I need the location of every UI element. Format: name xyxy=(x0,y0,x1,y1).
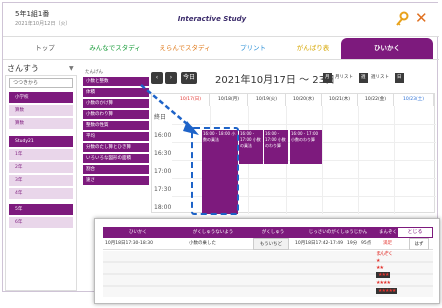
app-header: 5年1組1番 2021年10月12日（火） Interactive Study … xyxy=(3,3,439,37)
tab-erande-study-label: えらんでスタディ xyxy=(159,44,211,52)
time-label: 18:00 xyxy=(154,204,172,211)
close-icon[interactable]: ✕ xyxy=(415,10,429,26)
star-rating-dropdown[interactable]: まんぞく ★ ★★ ★★★ ★★★★ ★★★★★ xyxy=(376,250,412,302)
chevron-down-icon[interactable]: ▼ xyxy=(69,65,74,72)
view-week-button[interactable]: 週 xyxy=(359,73,368,83)
main-nav: トップ みんなでスタディ えらんでスタディ プリント がんばり表 ひいかく xyxy=(3,38,439,60)
view-day-button[interactable]: 日 xyxy=(395,73,404,83)
day-header: 10/18(月) xyxy=(210,94,248,106)
sidebar-item[interactable]: 4年 xyxy=(9,188,73,199)
unit-list-label: たんげん xyxy=(85,70,103,75)
unit-item[interactable]: いろいろな図形の面積 xyxy=(83,154,149,163)
day-header: 10/19(火) xyxy=(248,94,286,106)
other-button[interactable]: はず xyxy=(409,238,429,250)
tab-ganbari-label: がんばり表 xyxy=(296,44,330,52)
user-name: 5年1組1番 xyxy=(15,10,50,18)
grid-line xyxy=(394,106,395,214)
study-minutes: 19分 xyxy=(347,241,358,246)
star-rating-option[interactable]: ★★ xyxy=(376,265,384,271)
sidebar-item[interactable]: 1年 xyxy=(9,149,73,160)
actual-time: 10月18日17:42-17:49 xyxy=(295,241,344,246)
subject-select[interactable]: さんすう xyxy=(7,63,39,74)
calendar-event[interactable]: 16:00 - 17:00 小数のわり算 xyxy=(264,130,288,164)
view-month-list-button[interactable]: 月リスト xyxy=(335,73,353,83)
current-date: 2021年10月12日（火） xyxy=(15,21,71,27)
sidebar-continue[interactable]: つつきから xyxy=(9,78,73,88)
sidebar-item[interactable]: 算数 xyxy=(9,118,73,129)
tab-erande-study[interactable]: えらんでスタディ xyxy=(153,38,217,59)
table-row: 10月18日17:30-18:30 小数の乗した もういちど 10月18日17:… xyxy=(103,238,433,250)
popup-col-header: がくしゅうないよう xyxy=(192,230,234,235)
sidebar-item[interactable]: 6年 xyxy=(9,217,73,228)
sidebar-item[interactable]: 算数 xyxy=(9,105,73,116)
time-label: 16:30 xyxy=(154,150,172,157)
tab-print[interactable]: プリント xyxy=(221,38,285,59)
grid-line xyxy=(172,124,436,125)
popup-close-button[interactable]: とじる xyxy=(397,227,433,238)
unit-item[interactable]: 分数のたし算とひき算 xyxy=(83,143,149,152)
unit-item[interactable]: 速さ xyxy=(83,176,149,185)
view-week-list-button[interactable]: 週リスト xyxy=(371,73,389,83)
sidebar-item[interactable]: Study21 xyxy=(9,136,73,147)
popup-col-header: がくしゅう xyxy=(261,230,285,235)
tab-ganbari[interactable]: がんばり表 xyxy=(289,38,337,59)
unit-item[interactable]: 割合 xyxy=(83,165,149,174)
app-logo: Interactive Study xyxy=(173,8,251,30)
day-header: 10/20(水) xyxy=(286,94,322,106)
app-logo-text: Interactive Study xyxy=(177,15,247,23)
star-rating-option[interactable]: ★ xyxy=(376,258,381,264)
view-month-button[interactable]: 月 xyxy=(323,73,332,83)
tab-top-label: トップ xyxy=(35,44,55,52)
time-label: 17:00 xyxy=(154,168,172,175)
calendar-event[interactable]: 16:00 - 17:00 小数の乗法 xyxy=(239,130,263,164)
retry-button[interactable]: もういちど xyxy=(253,238,289,250)
star-rating-option[interactable]: ★★★★★ xyxy=(376,288,398,294)
day-header: 10/22(金) xyxy=(358,94,394,106)
sidebar-item[interactable]: 2年 xyxy=(9,162,73,173)
calendar-event[interactable]: 16:00 - 17:00 小数のわり算 xyxy=(290,130,322,164)
tab-top[interactable]: トップ xyxy=(13,38,77,59)
study-score: 95点 xyxy=(361,241,372,246)
popup-col-header: じっさいのがくしゅうじかん xyxy=(308,230,368,235)
grid-line xyxy=(358,106,359,214)
tab-minna-study-label: みんなでスタディ xyxy=(89,44,141,52)
grid-line xyxy=(322,106,323,214)
day-header: 10/23(土) xyxy=(394,94,434,106)
plan-time: 10月18日17:30-18:30 xyxy=(105,241,154,246)
tab-keikaku[interactable]: ひいかく xyxy=(341,38,433,59)
satisfaction-mark[interactable]: 満足 xyxy=(383,238,392,250)
popup-header: ひいかく がくしゅうないよう がくしゅう じっさいのがくしゅうじかん まんぞく xyxy=(103,227,433,238)
popup-col-header: ひいかく xyxy=(129,230,147,235)
key-icon[interactable] xyxy=(395,11,409,27)
study-content: 小数の乗した xyxy=(189,241,216,246)
pointer-arrow-icon xyxy=(140,84,199,135)
calendar-title: 2021年10月17日 ～ 23日 xyxy=(215,75,335,86)
subject-sidebar: さんすう ▼ つつきから 小学校 算数 算数 Study21 1年 2年 3年 … xyxy=(5,63,79,291)
highlight-box xyxy=(191,127,239,215)
day-header: 10/21(木) xyxy=(322,94,358,106)
app-root: 5年1組1番 2021年10月12日（火） Interactive Study … xyxy=(0,0,442,308)
sidebar-item[interactable]: 5年 xyxy=(9,204,73,215)
star-rating-label: まんぞく xyxy=(376,251,393,257)
tab-print-label: プリント xyxy=(240,44,266,52)
time-label: 17:30 xyxy=(154,186,172,193)
sidebar-item[interactable]: 小学校 xyxy=(9,92,73,103)
sidebar-item[interactable]: 3年 xyxy=(9,175,73,186)
tab-minna-study[interactable]: みんなでスタディ xyxy=(83,38,147,59)
star-rating-option[interactable]: ★★★ xyxy=(376,272,391,278)
sidebar-panel: つつきから 小学校 算数 算数 Study21 1年 2年 3年 4年 5年 6… xyxy=(5,75,77,291)
star-rating-option[interactable]: ★★★★ xyxy=(376,280,391,286)
tab-keikaku-label: ひいかく xyxy=(374,44,400,52)
